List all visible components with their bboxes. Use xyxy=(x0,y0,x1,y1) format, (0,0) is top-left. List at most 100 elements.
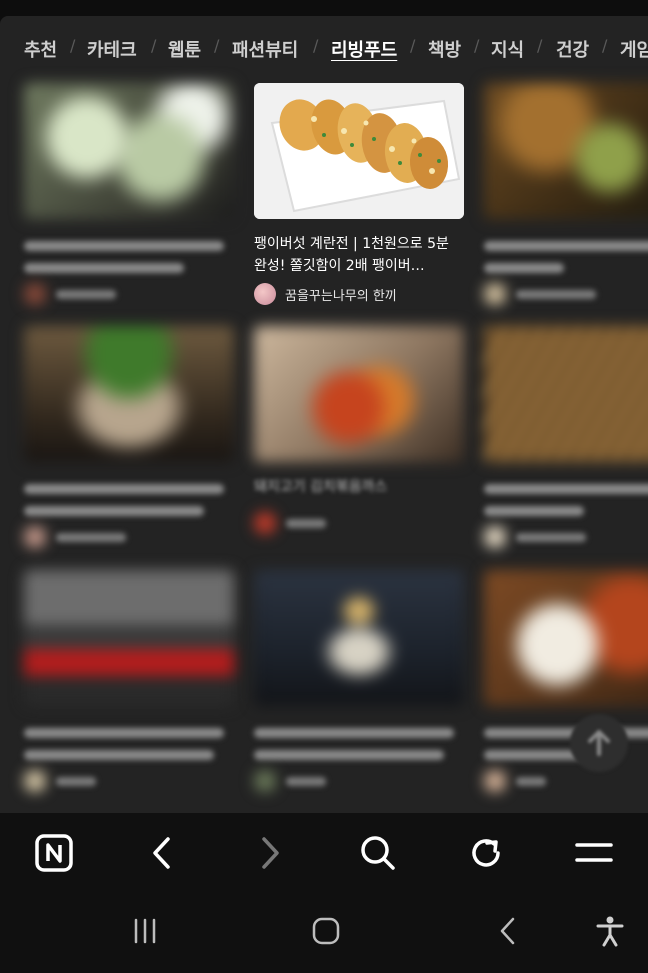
card-author xyxy=(484,283,648,307)
scroll-to-top-button[interactable] xyxy=(570,714,628,772)
tab-separator: / xyxy=(214,36,220,55)
status-strip xyxy=(0,0,648,16)
forward-icon xyxy=(262,837,279,869)
feed-card[interactable] xyxy=(24,326,234,556)
author-name-placeholder xyxy=(56,533,126,542)
card-thumbnail xyxy=(24,83,234,219)
card-title-placeholder xyxy=(24,263,184,273)
accessibility-icon xyxy=(596,916,624,947)
feed-card[interactable] xyxy=(24,570,234,800)
tab-game[interactable]: 게임 xyxy=(620,36,648,62)
author-avatar xyxy=(24,770,46,792)
author-name-placeholder xyxy=(516,290,596,299)
author-name-placeholder xyxy=(516,777,546,786)
card-author xyxy=(24,526,234,550)
recent-apps-icon xyxy=(134,918,156,944)
back-icon xyxy=(500,917,515,945)
card-title-placeholder xyxy=(254,750,444,760)
card-author xyxy=(254,770,464,794)
feed-card[interactable] xyxy=(254,570,464,800)
enoki-egg-pancake-image xyxy=(254,83,464,219)
tab-separator: / xyxy=(474,36,480,55)
card-title-placeholder xyxy=(254,728,454,738)
tab-car-tech[interactable]: 카테크 xyxy=(87,36,137,62)
card-author xyxy=(484,770,648,794)
arrow-up-icon xyxy=(588,730,610,756)
tab-separator: / xyxy=(602,36,608,55)
card-thumbnail xyxy=(254,83,464,219)
card-thumbnail xyxy=(24,326,234,462)
card-title-placeholder xyxy=(484,750,584,760)
card-thumbnail xyxy=(484,326,648,462)
card-title[interactable]: 팽이버섯 계란전 | 1천원으로 5분 완성! 쫄깃함이 2배 팽이버… xyxy=(254,233,464,277)
author-avatar xyxy=(484,283,506,305)
feed-card-featured[interactable]: 팽이버섯 계란전 | 1천원으로 5분 완성! 쫄깃함이 2배 팽이버… 꿈을꾸… xyxy=(254,83,464,313)
content-page: 추천 / 카테크 / 웹툰 / 패션뷰티 / 리빙푸드 / 책방 / 지식 / … xyxy=(0,16,648,813)
forward-button[interactable] xyxy=(246,829,294,877)
card-thumbnail xyxy=(24,570,234,706)
card-title-placeholder xyxy=(24,484,224,494)
back-button[interactable] xyxy=(138,829,186,877)
author-name-placeholder xyxy=(516,533,586,542)
search-icon xyxy=(361,836,395,870)
feed-card[interactable] xyxy=(484,326,648,556)
card-thumbnail xyxy=(484,83,648,219)
author-avatar xyxy=(24,526,46,548)
accessibility-button[interactable] xyxy=(588,909,632,953)
card-title-placeholder xyxy=(484,241,648,251)
tab-living-food[interactable]: 리빙푸드 xyxy=(331,36,397,62)
author-avatar xyxy=(484,770,506,792)
feed-card[interactable] xyxy=(484,83,648,313)
system-nav-bar xyxy=(0,891,648,973)
category-tabs: 추천 / 카테크 / 웹툰 / 패션뷰티 / 리빙푸드 / 책방 / 지식 / … xyxy=(0,16,648,76)
home-icon xyxy=(312,917,340,945)
feed-card[interactable] xyxy=(24,83,234,313)
tab-separator: / xyxy=(151,36,157,55)
naver-icon xyxy=(35,834,73,872)
tab-separator: / xyxy=(70,36,76,55)
card-title-placeholder xyxy=(484,506,584,516)
author-name-placeholder xyxy=(56,777,96,786)
author-name-placeholder xyxy=(286,519,326,528)
browser-toolbar xyxy=(0,813,648,891)
card-author xyxy=(24,283,234,307)
refresh-icon xyxy=(472,839,500,867)
feed-card[interactable]: 돼지고기 김치볶음까스 xyxy=(254,326,464,556)
card-title-placeholder xyxy=(24,750,214,760)
author-avatar xyxy=(254,283,276,305)
menu-button[interactable] xyxy=(570,829,618,877)
refresh-button[interactable] xyxy=(462,829,510,877)
card-thumbnail xyxy=(254,570,464,706)
search-button[interactable] xyxy=(354,829,402,877)
home-button[interactable] xyxy=(304,909,348,953)
card-thumbnail xyxy=(484,570,648,706)
card-title: 돼지고기 김치볶음까스 xyxy=(254,479,388,495)
tab-books[interactable]: 책방 xyxy=(428,36,461,62)
tab-separator: / xyxy=(410,36,416,55)
back-icon xyxy=(153,837,170,869)
tab-webtoon[interactable]: 웹툰 xyxy=(168,36,201,62)
tab-health[interactable]: 건강 xyxy=(556,36,589,62)
author-avatar xyxy=(254,770,276,792)
card-title-placeholder xyxy=(484,484,648,494)
card-title-placeholder xyxy=(24,728,224,738)
author-avatar xyxy=(24,283,46,305)
card-thumbnail xyxy=(254,326,464,462)
menu-icon xyxy=(575,843,613,862)
card-title-placeholder xyxy=(24,241,224,251)
tab-knowledge[interactable]: 지식 xyxy=(491,36,524,62)
tab-fashion-beauty[interactable]: 패션뷰티 xyxy=(232,36,298,62)
card-author xyxy=(24,770,234,794)
tab-separator: / xyxy=(313,36,319,55)
author-name: 꿈을꾸는나무의 한끼 xyxy=(285,289,397,304)
naver-home-button[interactable] xyxy=(30,829,78,877)
card-title-placeholder xyxy=(24,506,204,516)
tab-recommend[interactable]: 추천 xyxy=(24,36,57,62)
author-avatar xyxy=(254,512,276,534)
card-title-placeholder xyxy=(484,263,564,273)
author-avatar xyxy=(484,526,506,548)
card-author[interactable]: 꿈을꾸는나무의 한끼 xyxy=(254,283,464,307)
author-name-placeholder xyxy=(56,290,116,299)
system-back-button[interactable] xyxy=(486,909,530,953)
recent-apps-button[interactable] xyxy=(123,909,167,953)
